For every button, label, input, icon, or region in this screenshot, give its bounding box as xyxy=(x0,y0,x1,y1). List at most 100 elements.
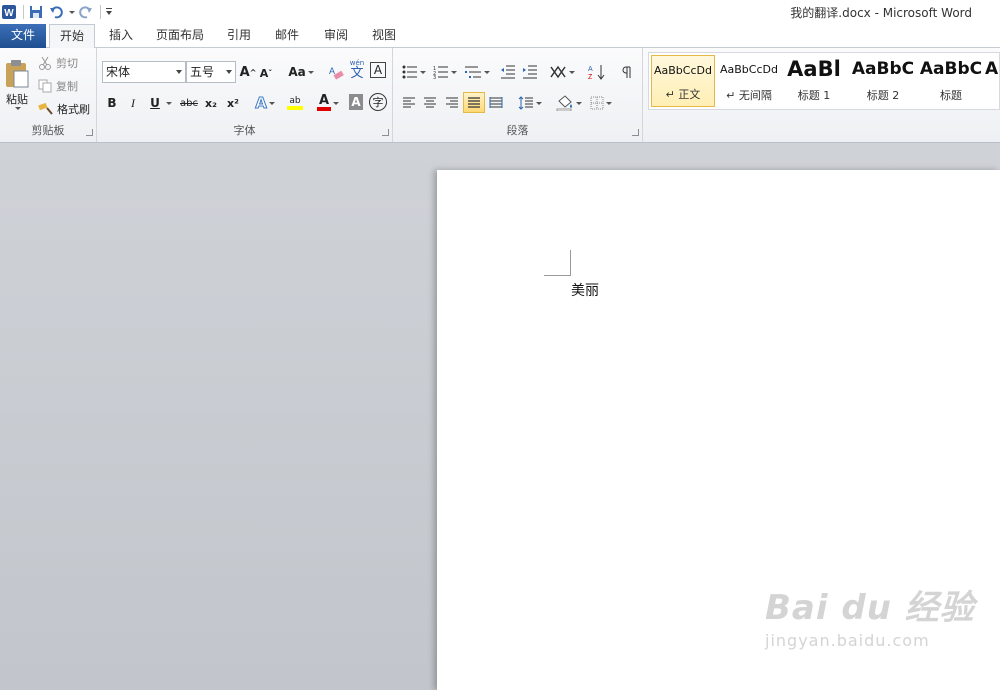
tab-page-layout[interactable]: 页面布局 xyxy=(150,24,210,48)
paragraph-mark-icon xyxy=(622,66,631,78)
subscript-button[interactable]: x₂ xyxy=(203,93,219,113)
shrink-font-button[interactable]: Aˇ xyxy=(259,63,273,83)
line-spacing-button[interactable] xyxy=(517,93,543,113)
copy-icon xyxy=(38,79,52,93)
align-right-icon xyxy=(446,97,458,108)
font-group-label: 字体 xyxy=(233,124,256,137)
customize-toolbar-icon[interactable] xyxy=(104,3,114,21)
svg-text:A: A xyxy=(588,66,593,73)
sort-button[interactable]: AZ xyxy=(587,62,607,82)
align-right-button[interactable] xyxy=(443,93,461,113)
tab-mailings[interactable]: 邮件 xyxy=(268,24,306,48)
decrease-indent-icon xyxy=(501,65,515,79)
save-icon[interactable] xyxy=(27,3,45,21)
format-painter-label: 格式刷 xyxy=(57,103,90,116)
align-center-button[interactable] xyxy=(421,93,439,113)
tab-file[interactable]: 文件 xyxy=(0,24,46,48)
style-title[interactable]: AaBbC 标题 xyxy=(919,55,983,107)
align-left-button[interactable] xyxy=(400,93,418,113)
bullets-icon xyxy=(402,65,417,79)
font-family-value: 宋体 xyxy=(106,65,131,79)
style-heading-1-name: 标题 1 xyxy=(797,89,831,102)
format-painter-button[interactable]: 格式刷 xyxy=(38,100,90,118)
style-no-spacing-sample: AaBbCcDd xyxy=(720,63,778,76)
cut-button[interactable]: 剪切 xyxy=(38,54,78,72)
toolbar-separator xyxy=(23,5,24,19)
font-color-button[interactable]: A xyxy=(315,93,341,113)
change-case-button[interactable]: Aa xyxy=(288,62,314,82)
font-family-select[interactable]: 宋体 xyxy=(102,61,186,83)
shrink-font-icon: A xyxy=(259,66,269,80)
phonetic-guide-button[interactable]: wén 文 xyxy=(347,60,367,81)
undo-icon[interactable] xyxy=(47,3,65,21)
paragraph-group-label: 段落 xyxy=(506,124,529,137)
grow-font-button[interactable]: A ^ xyxy=(239,62,257,82)
tab-home[interactable]: 开始 xyxy=(49,24,95,49)
paragraph-group: 123 AZ 段落 xyxy=(393,48,643,142)
paragraph-dialog-launcher[interactable] xyxy=(632,129,639,136)
paste-dropdown-icon[interactable] xyxy=(15,106,21,110)
tab-references[interactable]: 引用 xyxy=(220,24,258,48)
window-title: 我的翻译.docx - Microsoft Word xyxy=(790,6,972,20)
paste-button[interactable]: 粘贴 xyxy=(2,52,32,116)
decrease-indent-button[interactable] xyxy=(499,62,517,82)
justify-icon xyxy=(468,96,480,108)
chinese-layout-button[interactable] xyxy=(549,62,575,82)
style-normal[interactable]: AaBbCcDd ↵ 正文 xyxy=(651,55,715,107)
styles-gallery: AaBbCcDd ↵ 正文 AaBbCcDd ↵ 无间隔 AaBl 标题 1 A… xyxy=(648,52,1000,110)
increase-indent-button[interactable] xyxy=(521,62,539,82)
svg-text:A: A xyxy=(329,66,335,76)
character-shading-button[interactable]: A xyxy=(349,94,363,110)
brush-icon xyxy=(38,102,53,115)
style-no-spacing-name: ↵ 无间隔 xyxy=(726,89,772,102)
bullets-button[interactable] xyxy=(400,62,428,82)
phonetic-char: 文 xyxy=(350,66,364,81)
tab-view[interactable]: 视图 xyxy=(365,24,403,48)
underline-button[interactable]: U xyxy=(149,93,173,113)
multilevel-list-button[interactable] xyxy=(463,62,491,82)
ribbon: 粘贴 剪切 复制 格式刷 剪贴板 宋体 五号 A ^ Aˇ Aa A wén 文… xyxy=(0,48,1000,143)
style-heading-1[interactable]: AaBl 标题 1 xyxy=(785,55,843,107)
superscript-button[interactable]: x² xyxy=(225,93,241,113)
strikethrough-button[interactable]: abc xyxy=(179,93,199,113)
italic-button[interactable]: I xyxy=(127,93,139,113)
style-heading-2[interactable]: AaBbC 标题 2 xyxy=(851,55,915,107)
distributed-button[interactable] xyxy=(487,93,505,113)
borders-button[interactable] xyxy=(587,93,615,113)
show-marks-button[interactable] xyxy=(619,62,635,82)
justify-button[interactable] xyxy=(463,92,485,113)
word-app-icon[interactable]: W xyxy=(0,3,18,21)
eraser-icon: A xyxy=(329,66,344,80)
shading-button[interactable] xyxy=(555,93,583,113)
font-color-icon: A xyxy=(317,94,331,111)
enclose-characters-button[interactable]: 字 xyxy=(369,93,387,111)
clipboard-dialog-launcher[interactable] xyxy=(86,129,93,136)
clipboard-group: 粘贴 剪切 复制 格式刷 剪贴板 xyxy=(0,48,97,142)
paste-label: 粘贴 xyxy=(6,92,28,106)
grow-font-icon: A xyxy=(239,64,250,80)
style-normal-sample: AaBbCcDd xyxy=(654,64,712,77)
document-text[interactable]: 美丽 xyxy=(571,280,599,300)
clipboard-group-label: 剪贴板 xyxy=(31,124,65,137)
bold-button[interactable]: B xyxy=(105,93,119,113)
font-group: 宋体 五号 A ^ Aˇ Aa A wén 文 A B I U abc x₂ x²… xyxy=(97,48,393,142)
font-dialog-launcher[interactable] xyxy=(382,129,389,136)
style-normal-name: ↵ 正文 xyxy=(665,88,701,101)
highlight-button[interactable]: ab xyxy=(281,93,309,113)
copy-button[interactable]: 复制 xyxy=(38,77,78,95)
style-no-spacing[interactable]: AaBbCcDd ↵ 无间隔 xyxy=(717,55,781,107)
font-size-select[interactable]: 五号 xyxy=(186,61,236,83)
style-subtitle[interactable]: A xyxy=(985,55,999,107)
character-border-button[interactable]: A xyxy=(370,62,386,78)
clear-formatting-button[interactable]: A xyxy=(327,62,345,82)
numbering-button[interactable]: 123 xyxy=(431,62,459,82)
paste-icon xyxy=(6,59,29,87)
redo-icon[interactable] xyxy=(77,3,95,21)
style-subtitle-sample: A xyxy=(985,59,999,79)
sort-icon: AZ xyxy=(588,65,605,80)
tab-insert[interactable]: 插入 xyxy=(101,24,141,48)
undo-dropdown-icon[interactable] xyxy=(67,3,75,21)
tab-review[interactable]: 审阅 xyxy=(317,24,355,48)
highlight-icon: ab xyxy=(289,96,301,106)
text-effects-button[interactable]: A xyxy=(253,93,277,113)
